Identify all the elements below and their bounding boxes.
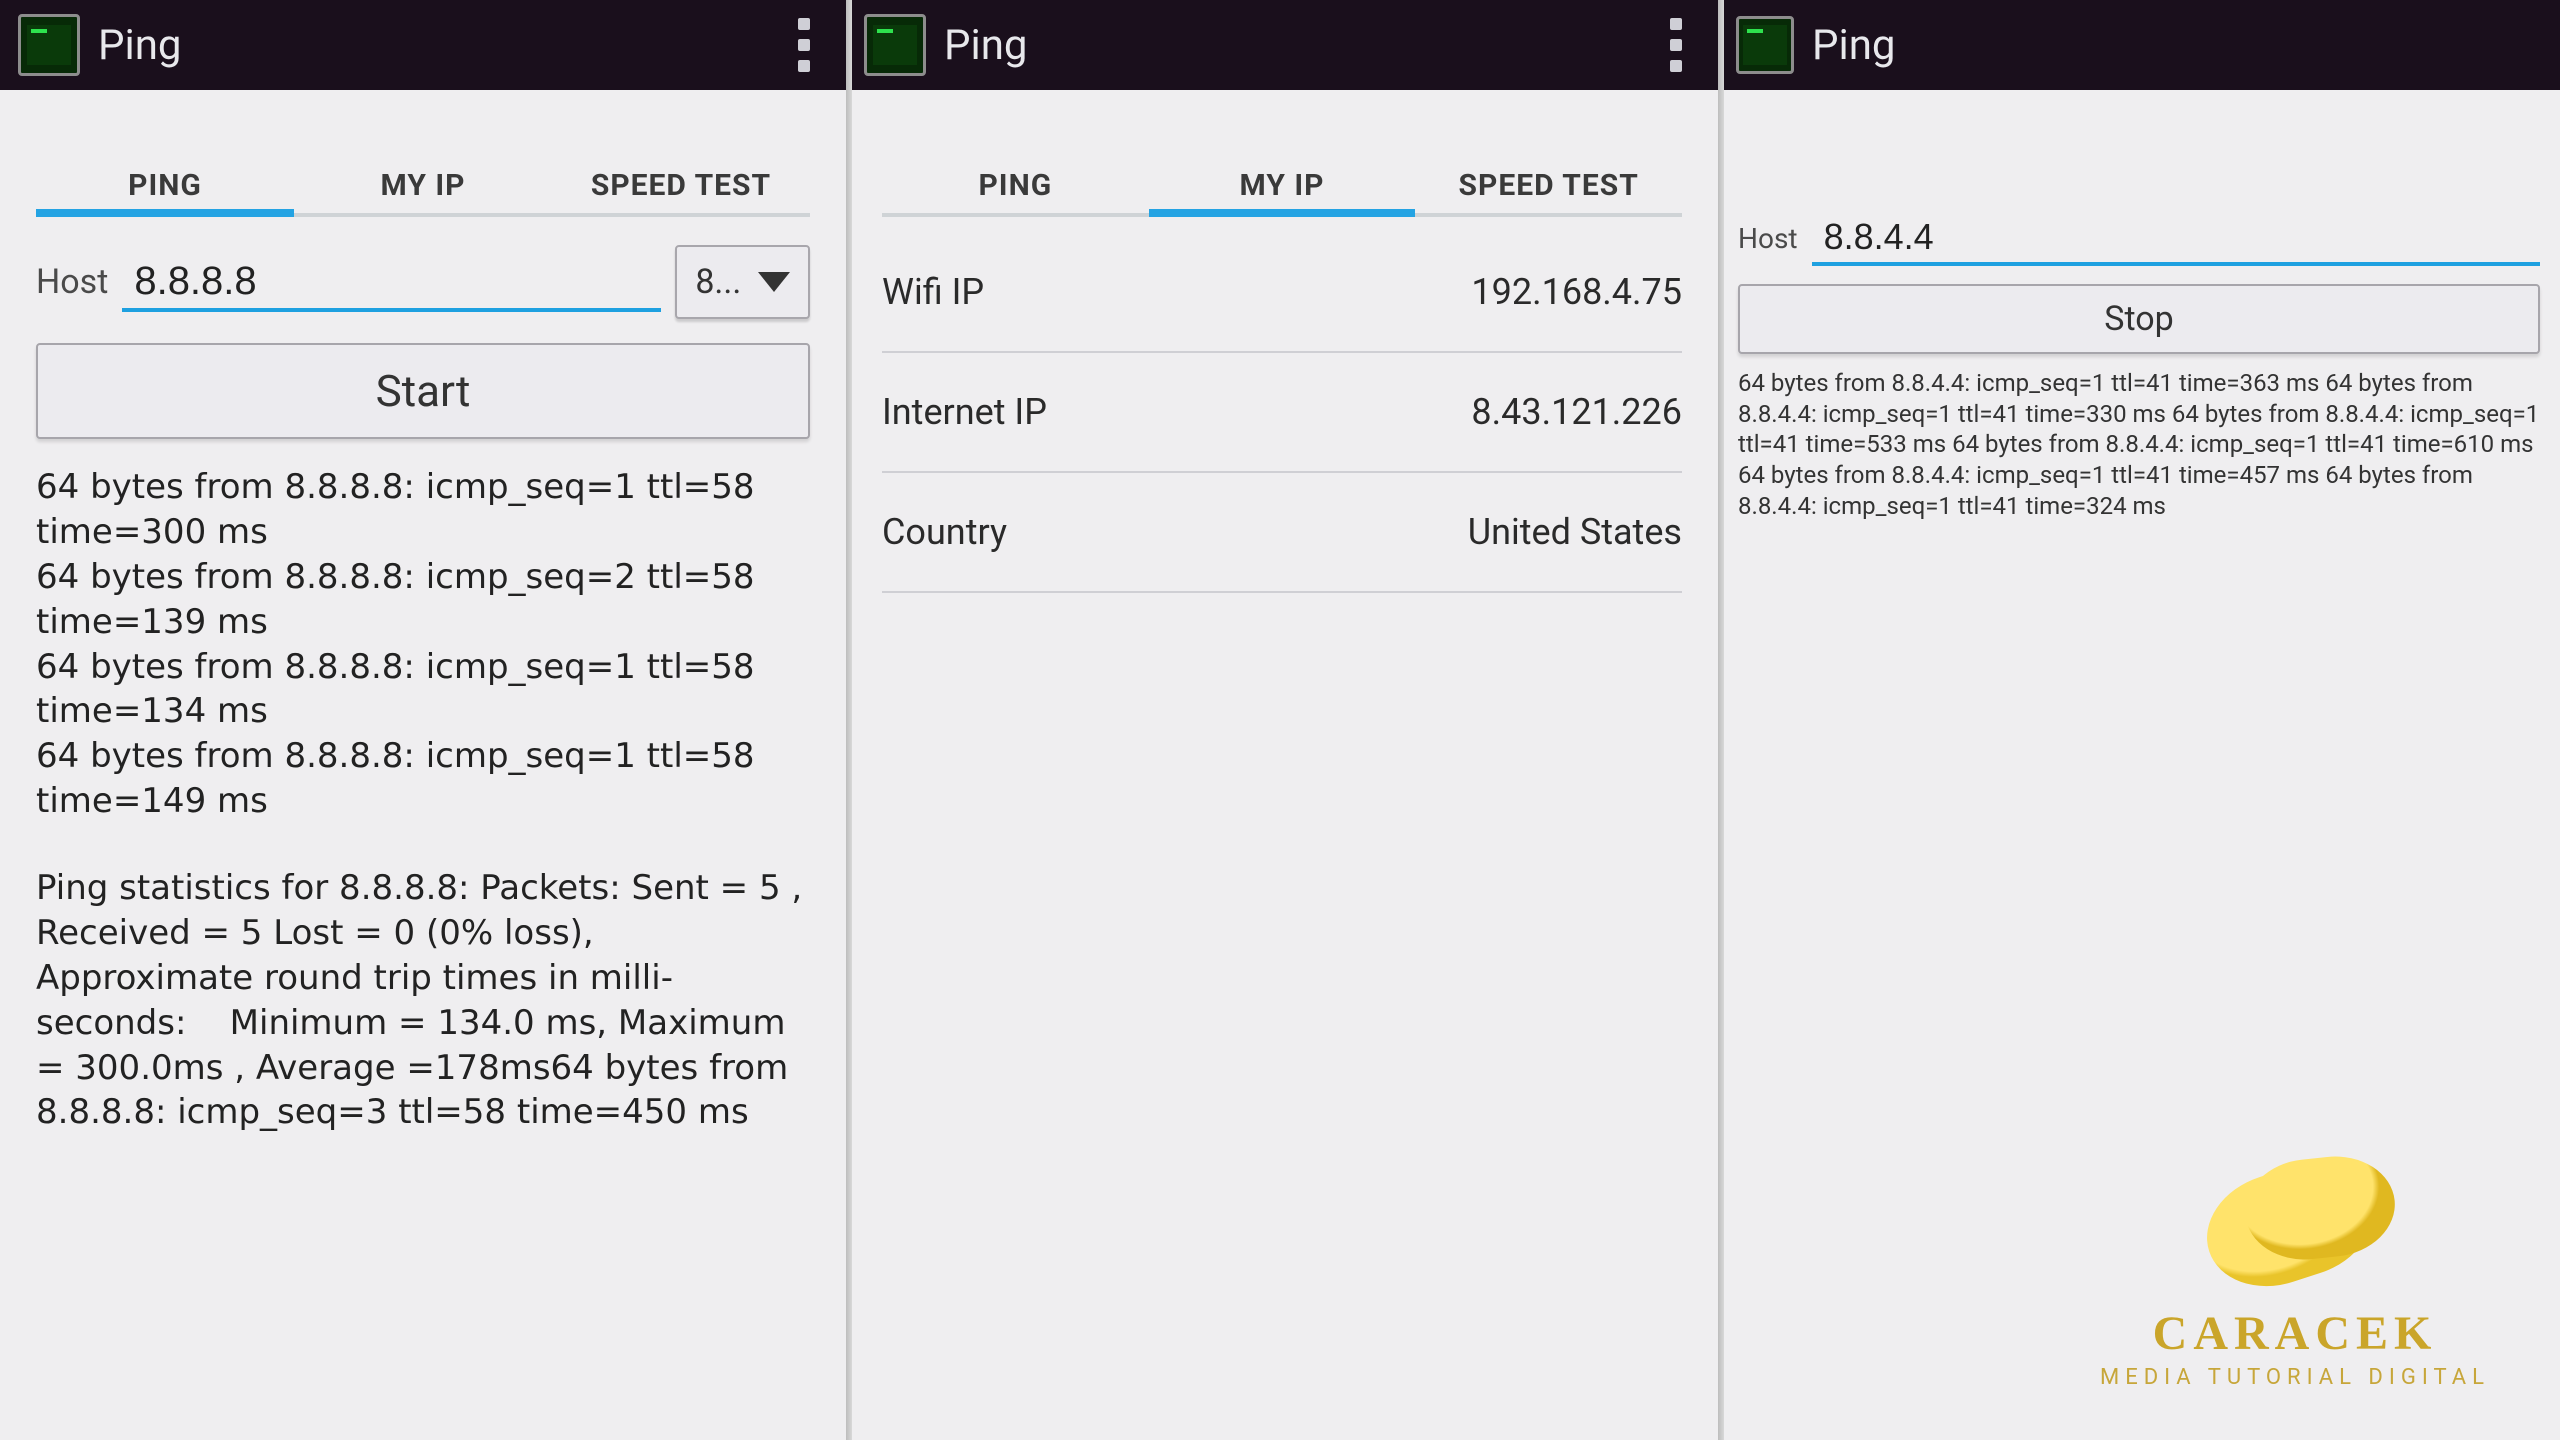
overflow-menu-icon[interactable] [1664,18,1688,72]
appbar: Ping [0,0,846,90]
panel-divider [1718,0,1724,1440]
app-title: Ping [98,21,182,70]
history-dropdown[interactable]: 8... [675,245,810,319]
watermark-tagline: MEDIA TUTORIAL DIGITAL [2100,1365,2490,1390]
info-row: Country United States [882,473,1682,593]
panel-ping-running: Ping Host Stop 64 bytes from 8.8.4.4: ic… [1718,0,2560,1440]
ping-stats: Ping statistics for 8.8.8.8: Packets: Se… [36,866,810,1135]
appbar: Ping [1718,0,2560,90]
info-value: 8.43.121.226 [1471,391,1682,433]
tab-myip[interactable]: MY IP [1149,150,1416,213]
chevron-down-icon [758,272,790,292]
tab-bar: PING MY IP SPEED TEST [36,150,810,217]
stop-button[interactable]: Stop [1738,284,2540,354]
watermark-brand: CARACEK [2100,1306,2490,1361]
info-value: 192.168.4.75 [1471,271,1682,313]
tab-speed[interactable]: SPEED TEST [552,150,810,213]
dropdown-text: 8... [695,262,741,302]
info-row: Internet IP 8.43.121.226 [882,353,1682,473]
host-row: Host [1738,210,2540,266]
host-input[interactable] [122,253,661,312]
info-row: Wifi IP 192.168.4.75 [882,233,1682,353]
overflow-menu-icon[interactable] [792,18,816,72]
host-row: Host 8... [36,245,810,319]
ping-output: 64 bytes from 8.8.8.8: icmp_seq=1 ttl=58… [36,465,810,824]
app-title: Ping [944,21,1028,70]
panel-myip: Ping PING MY IP SPEED TEST Wifi IP 192.16… [846,0,1718,1440]
tab-myip[interactable]: MY IP [294,150,552,213]
host-input[interactable] [1812,210,2540,266]
info-value: United States [1468,511,1682,553]
watermark: CARACEK MEDIA TUTORIAL DIGITAL [2100,1140,2490,1390]
info-label: Country [882,511,1007,553]
appbar: Ping [846,0,1718,90]
tab-ping[interactable]: PING [882,150,1149,213]
tab-speed[interactable]: SPEED TEST [1415,150,1682,213]
info-label: Wifi IP [882,271,984,313]
ip-info-list: Wifi IP 192.168.4.75 Internet IP 8.43.121.2… [882,233,1682,593]
start-button[interactable]: Start [36,343,810,439]
app-icon [864,14,926,76]
host-label: Host [1738,222,1798,255]
app-icon [18,14,80,76]
app-icon [1736,16,1794,74]
panel-divider [846,0,852,1440]
panel-ping: Ping PING MY IP SPEED TEST Host 8... Sta… [0,0,846,1440]
app-title: Ping [1812,21,1896,70]
tab-ping[interactable]: PING [36,150,294,213]
ping-output: 64 bytes from 8.8.4.4: icmp_seq=1 ttl=41… [1738,368,2540,522]
banana-icon [2185,1140,2405,1300]
tab-bar: PING MY IP SPEED TEST [882,150,1682,217]
info-label: Internet IP [882,391,1047,433]
host-label: Host [36,262,108,302]
